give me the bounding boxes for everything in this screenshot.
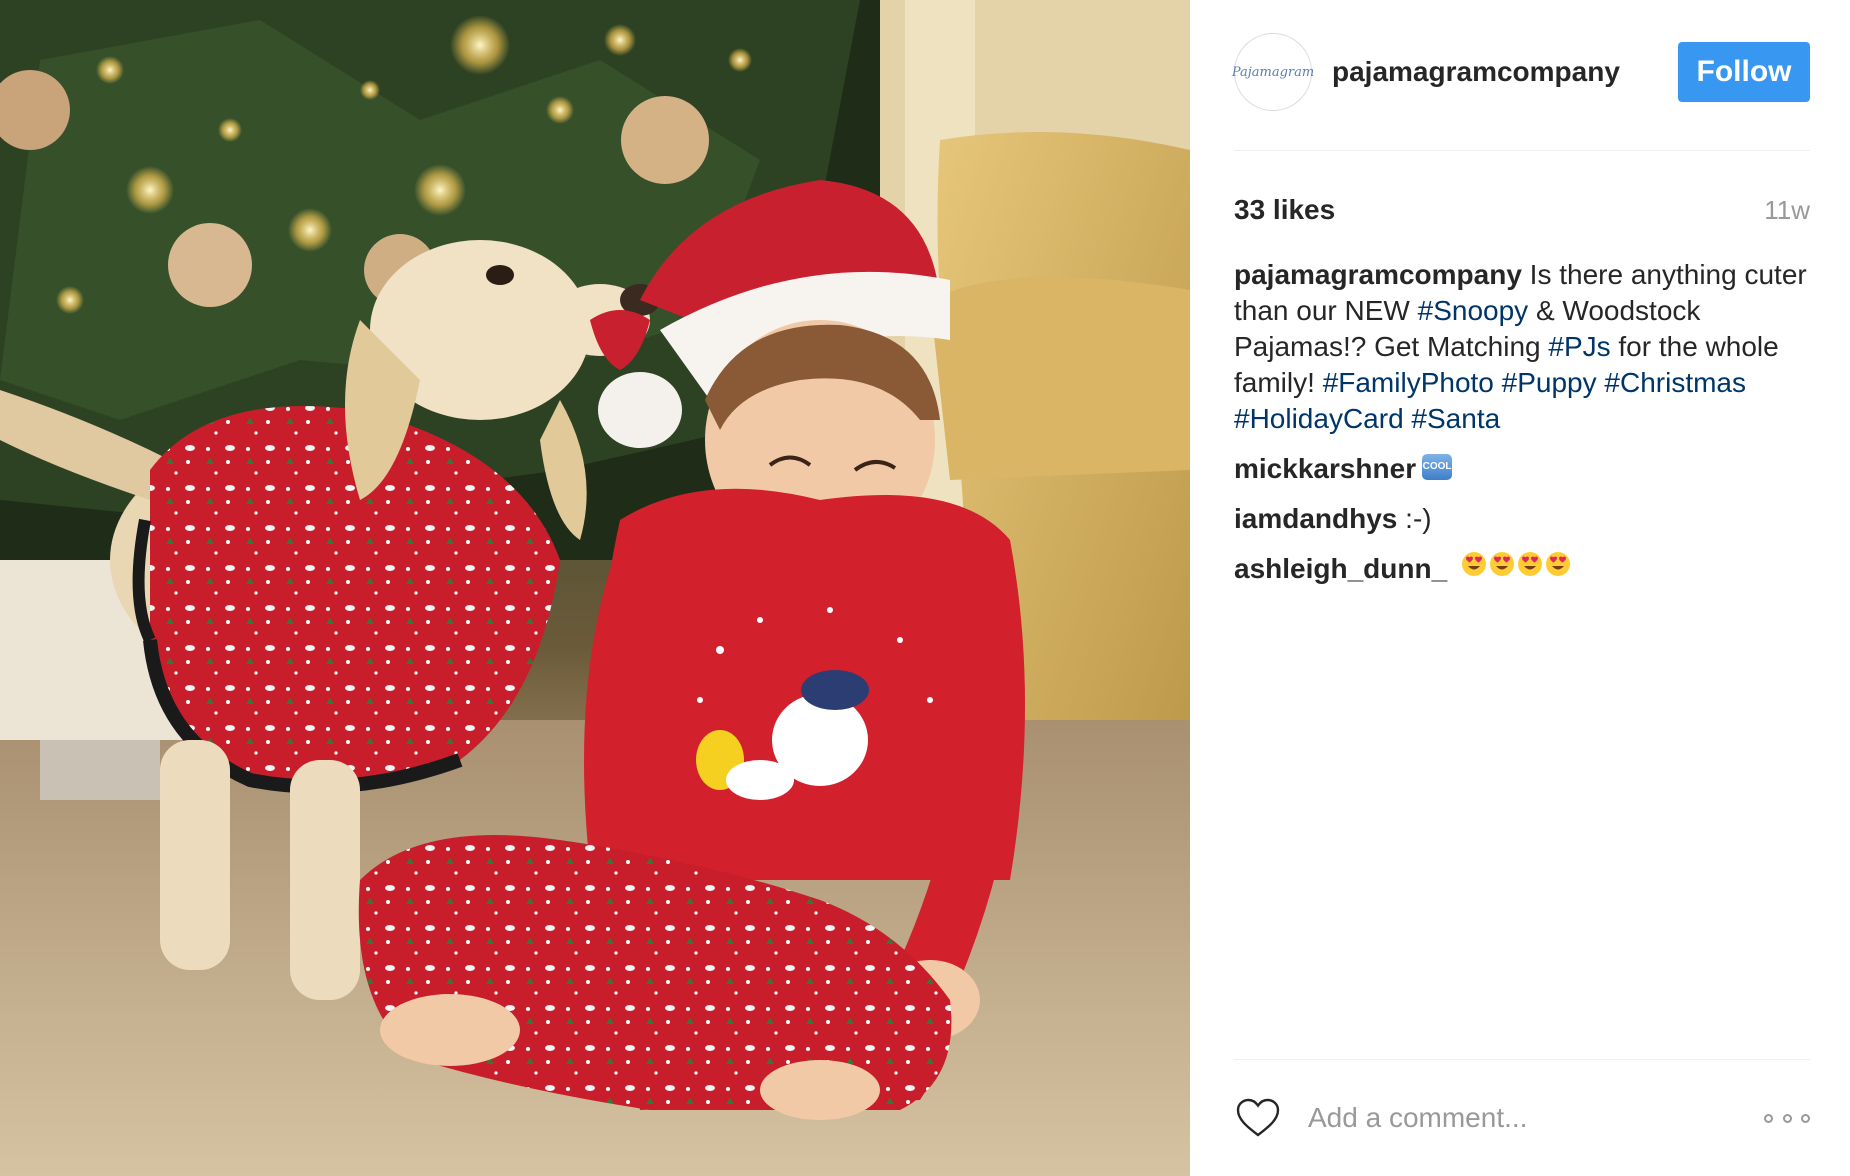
caption-segment	[1494, 367, 1502, 398]
photo-illustration	[0, 0, 1190, 1176]
instagram-post: Pajamagram pajamagramcompany Follow 33 l…	[0, 0, 1850, 1176]
hashtag-link[interactable]: #PJs	[1548, 331, 1610, 362]
dot	[1801, 1113, 1810, 1123]
heart-eyes-icon	[1461, 550, 1573, 586]
post-footer	[1234, 1059, 1810, 1176]
heart-eyes-emoji	[1461, 551, 1486, 576]
hashtag-link[interactable]: #Puppy	[1502, 367, 1597, 398]
dot	[1764, 1113, 1773, 1123]
post-photo[interactable]	[0, 0, 1190, 1176]
caption-author[interactable]: pajamagramcompany	[1234, 259, 1522, 290]
avatar-logo-text: Pajamagram	[1231, 64, 1315, 80]
comment-item: ashleigh_dunn_	[1234, 551, 1810, 589]
comment-author[interactable]: ashleigh_dunn_	[1234, 553, 1447, 584]
post-stats: 33 likes 11w	[1234, 151, 1810, 241]
cool-icon: COOL	[1422, 453, 1453, 480]
hashtag-link[interactable]: #FamilyPhoto	[1323, 367, 1494, 398]
heart-eyes-emoji	[1545, 551, 1570, 576]
time-ago[interactable]: 11w	[1764, 195, 1810, 226]
follow-button[interactable]: Follow	[1678, 42, 1810, 102]
comment-input[interactable]	[1306, 1101, 1764, 1135]
header-username[interactable]: pajamagramcompany	[1332, 56, 1620, 88]
comments-list: pajamagramcompany Is there anything cute…	[1234, 257, 1810, 589]
hashtag-link[interactable]: #Santa	[1411, 403, 1500, 434]
hashtag-link[interactable]: #Snoopy	[1418, 295, 1529, 326]
hashtag-link[interactable]: #HolidayCard	[1234, 403, 1404, 434]
heart-outline-icon[interactable]	[1234, 1096, 1282, 1140]
comment-item: mickkarshner COOL	[1234, 451, 1810, 487]
hashtag-link[interactable]: #Christmas	[1604, 367, 1746, 398]
comment-text: :-)	[1397, 503, 1432, 534]
likes-count[interactable]: 33 likes	[1234, 194, 1335, 226]
comment-author[interactable]: iamdandhys	[1234, 503, 1397, 534]
avatar[interactable]: Pajamagram	[1231, 33, 1315, 111]
comment-item: iamdandhys :-)	[1234, 501, 1810, 537]
comment-author[interactable]: mickkarshner	[1234, 453, 1416, 484]
post-header: Pajamagram pajamagramcompany Follow	[1231, 0, 1810, 151]
caption: pajamagramcompany Is there anything cute…	[1234, 257, 1810, 437]
heart-eyes-emoji	[1517, 551, 1542, 576]
dot	[1782, 1113, 1792, 1123]
heart-eyes-emoji	[1489, 551, 1514, 576]
more-options-icon[interactable]	[1764, 1103, 1810, 1133]
post-sidebar: Pajamagram pajamagramcompany Follow 33 l…	[1190, 0, 1850, 1176]
